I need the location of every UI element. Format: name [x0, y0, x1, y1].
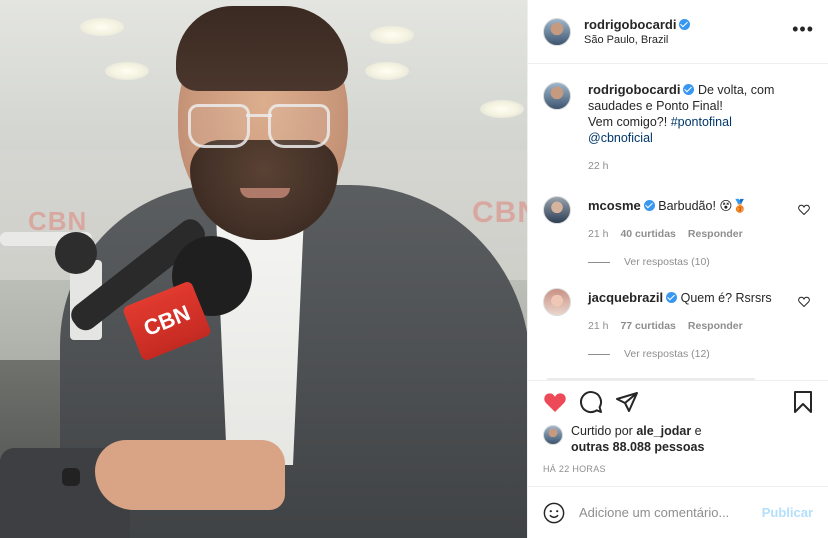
caption-body: rodrigobocardi De volta, com saudades e … — [588, 82, 814, 174]
verified-icon — [666, 292, 678, 303]
caption-username[interactable]: rodrigobocardi — [588, 82, 680, 97]
comment-time[interactable]: 21 h — [588, 318, 608, 334]
post-timestamp[interactable]: Há 22 horas — [543, 464, 813, 474]
glasses — [188, 104, 332, 150]
verified-icon — [643, 200, 655, 211]
header-username[interactable]: rodrigobocardi — [584, 17, 676, 32]
comment: mcosme Barbudão! 😵🥉 21 h 40 curtidas Res… — [543, 196, 814, 242]
avatar[interactable] — [543, 288, 571, 316]
comment-text: Quem é? Rsrsrs — [680, 291, 772, 305]
avatar[interactable] — [543, 196, 571, 224]
comments-list[interactable]: rodrigobocardi De volta, com saudades e … — [528, 64, 828, 380]
save-bookmark-icon[interactable] — [793, 391, 813, 413]
heart-outline-icon[interactable] — [798, 296, 810, 307]
post-header: rodrigobocardi São Paulo, Brazil ••• — [528, 0, 828, 64]
post-actions: Curtido por ale_jodar e outras 88.088 pe… — [528, 380, 828, 474]
ceiling-light — [365, 62, 409, 80]
comment: jacquebrazil Quem é? Rsrsrs 21 h 77 curt… — [543, 288, 814, 334]
avatar[interactable] — [543, 82, 571, 110]
ceiling-light — [105, 62, 149, 80]
hand — [95, 440, 285, 510]
comment-username[interactable]: jacquebrazil — [588, 290, 663, 305]
caption-time[interactable]: 22 h — [588, 158, 608, 174]
comment-username[interactable]: mcosme — [588, 198, 641, 213]
reply-button[interactable]: Responder — [688, 226, 743, 242]
comment-meta: 21 h 40 curtidas Responder — [588, 226, 814, 242]
heart-filled-icon[interactable] — [543, 391, 567, 413]
header-location[interactable]: São Paulo, Brazil — [584, 34, 792, 46]
caption-hashtag[interactable]: #pontofinal — [671, 115, 732, 129]
comment-body: jacquebrazil Quem é? Rsrsrs 21 h 77 curt… — [588, 288, 814, 334]
likes-summary: Curtido por ale_jodar e outras 88.088 pe… — [543, 423, 813, 455]
caption-mention[interactable]: @cbnoficial — [588, 131, 653, 145]
truncated-comment — [546, 378, 756, 380]
wall-logo: CBN — [472, 196, 527, 229]
avatar[interactable] — [543, 17, 571, 46]
add-comment-bar: Adicione um comentário... Publicar — [528, 486, 828, 538]
header-meta: rodrigobocardi São Paulo, Brazil — [584, 17, 792, 46]
heart-outline-icon[interactable] — [798, 204, 810, 215]
ceiling-light — [480, 100, 524, 118]
comment-meta: 21 h 77 curtidas Responder — [588, 318, 814, 334]
liked-by-others[interactable]: outras 88.088 pessoas — [571, 440, 704, 454]
verified-icon — [679, 19, 691, 30]
post-photo[interactable]: CBN CBN CBN — [0, 0, 527, 538]
comment-time[interactable]: 21 h — [588, 226, 608, 242]
liked-by-user[interactable]: ale_jodar — [636, 424, 691, 438]
emoji-icon[interactable] — [543, 502, 565, 524]
view-replies[interactable]: Ver respostas (10) — [588, 256, 814, 268]
more-options-icon[interactable]: ••• — [792, 20, 814, 40]
comment-likes[interactable]: 40 curtidas — [620, 226, 675, 242]
verified-icon — [683, 84, 695, 95]
comment-text: Barbudão! 😵🥉 — [658, 199, 748, 213]
ceiling-light — [370, 26, 414, 44]
instagram-post: CBN CBN CBN rodrigobocardi Sã — [0, 0, 828, 538]
hair — [176, 6, 348, 91]
action-icons — [543, 381, 813, 423]
comment-likes[interactable]: 77 curtidas — [620, 318, 675, 334]
post-side-panel: rodrigobocardi São Paulo, Brazil ••• rod… — [527, 0, 828, 538]
avatar[interactable] — [543, 425, 563, 445]
comment-icon[interactable] — [579, 390, 603, 414]
comment-body: mcosme Barbudão! 😵🥉 21 h 40 curtidas Res… — [588, 196, 814, 242]
caption-meta: 22 h — [588, 158, 814, 174]
comment-input[interactable]: Adicione um comentário... — [579, 505, 762, 520]
view-replies[interactable]: Ver respostas (12) — [588, 348, 814, 360]
publish-button[interactable]: Publicar — [762, 505, 813, 520]
tablet-camera — [62, 468, 80, 486]
mouth — [240, 188, 290, 198]
mic-joint — [55, 232, 97, 274]
share-icon[interactable] — [615, 391, 639, 413]
reply-button[interactable]: Responder — [688, 318, 743, 334]
ceiling-light — [80, 18, 124, 36]
caption: rodrigobocardi De volta, com saudades e … — [543, 82, 814, 174]
caption-line2: Vem comigo?! — [588, 115, 668, 129]
